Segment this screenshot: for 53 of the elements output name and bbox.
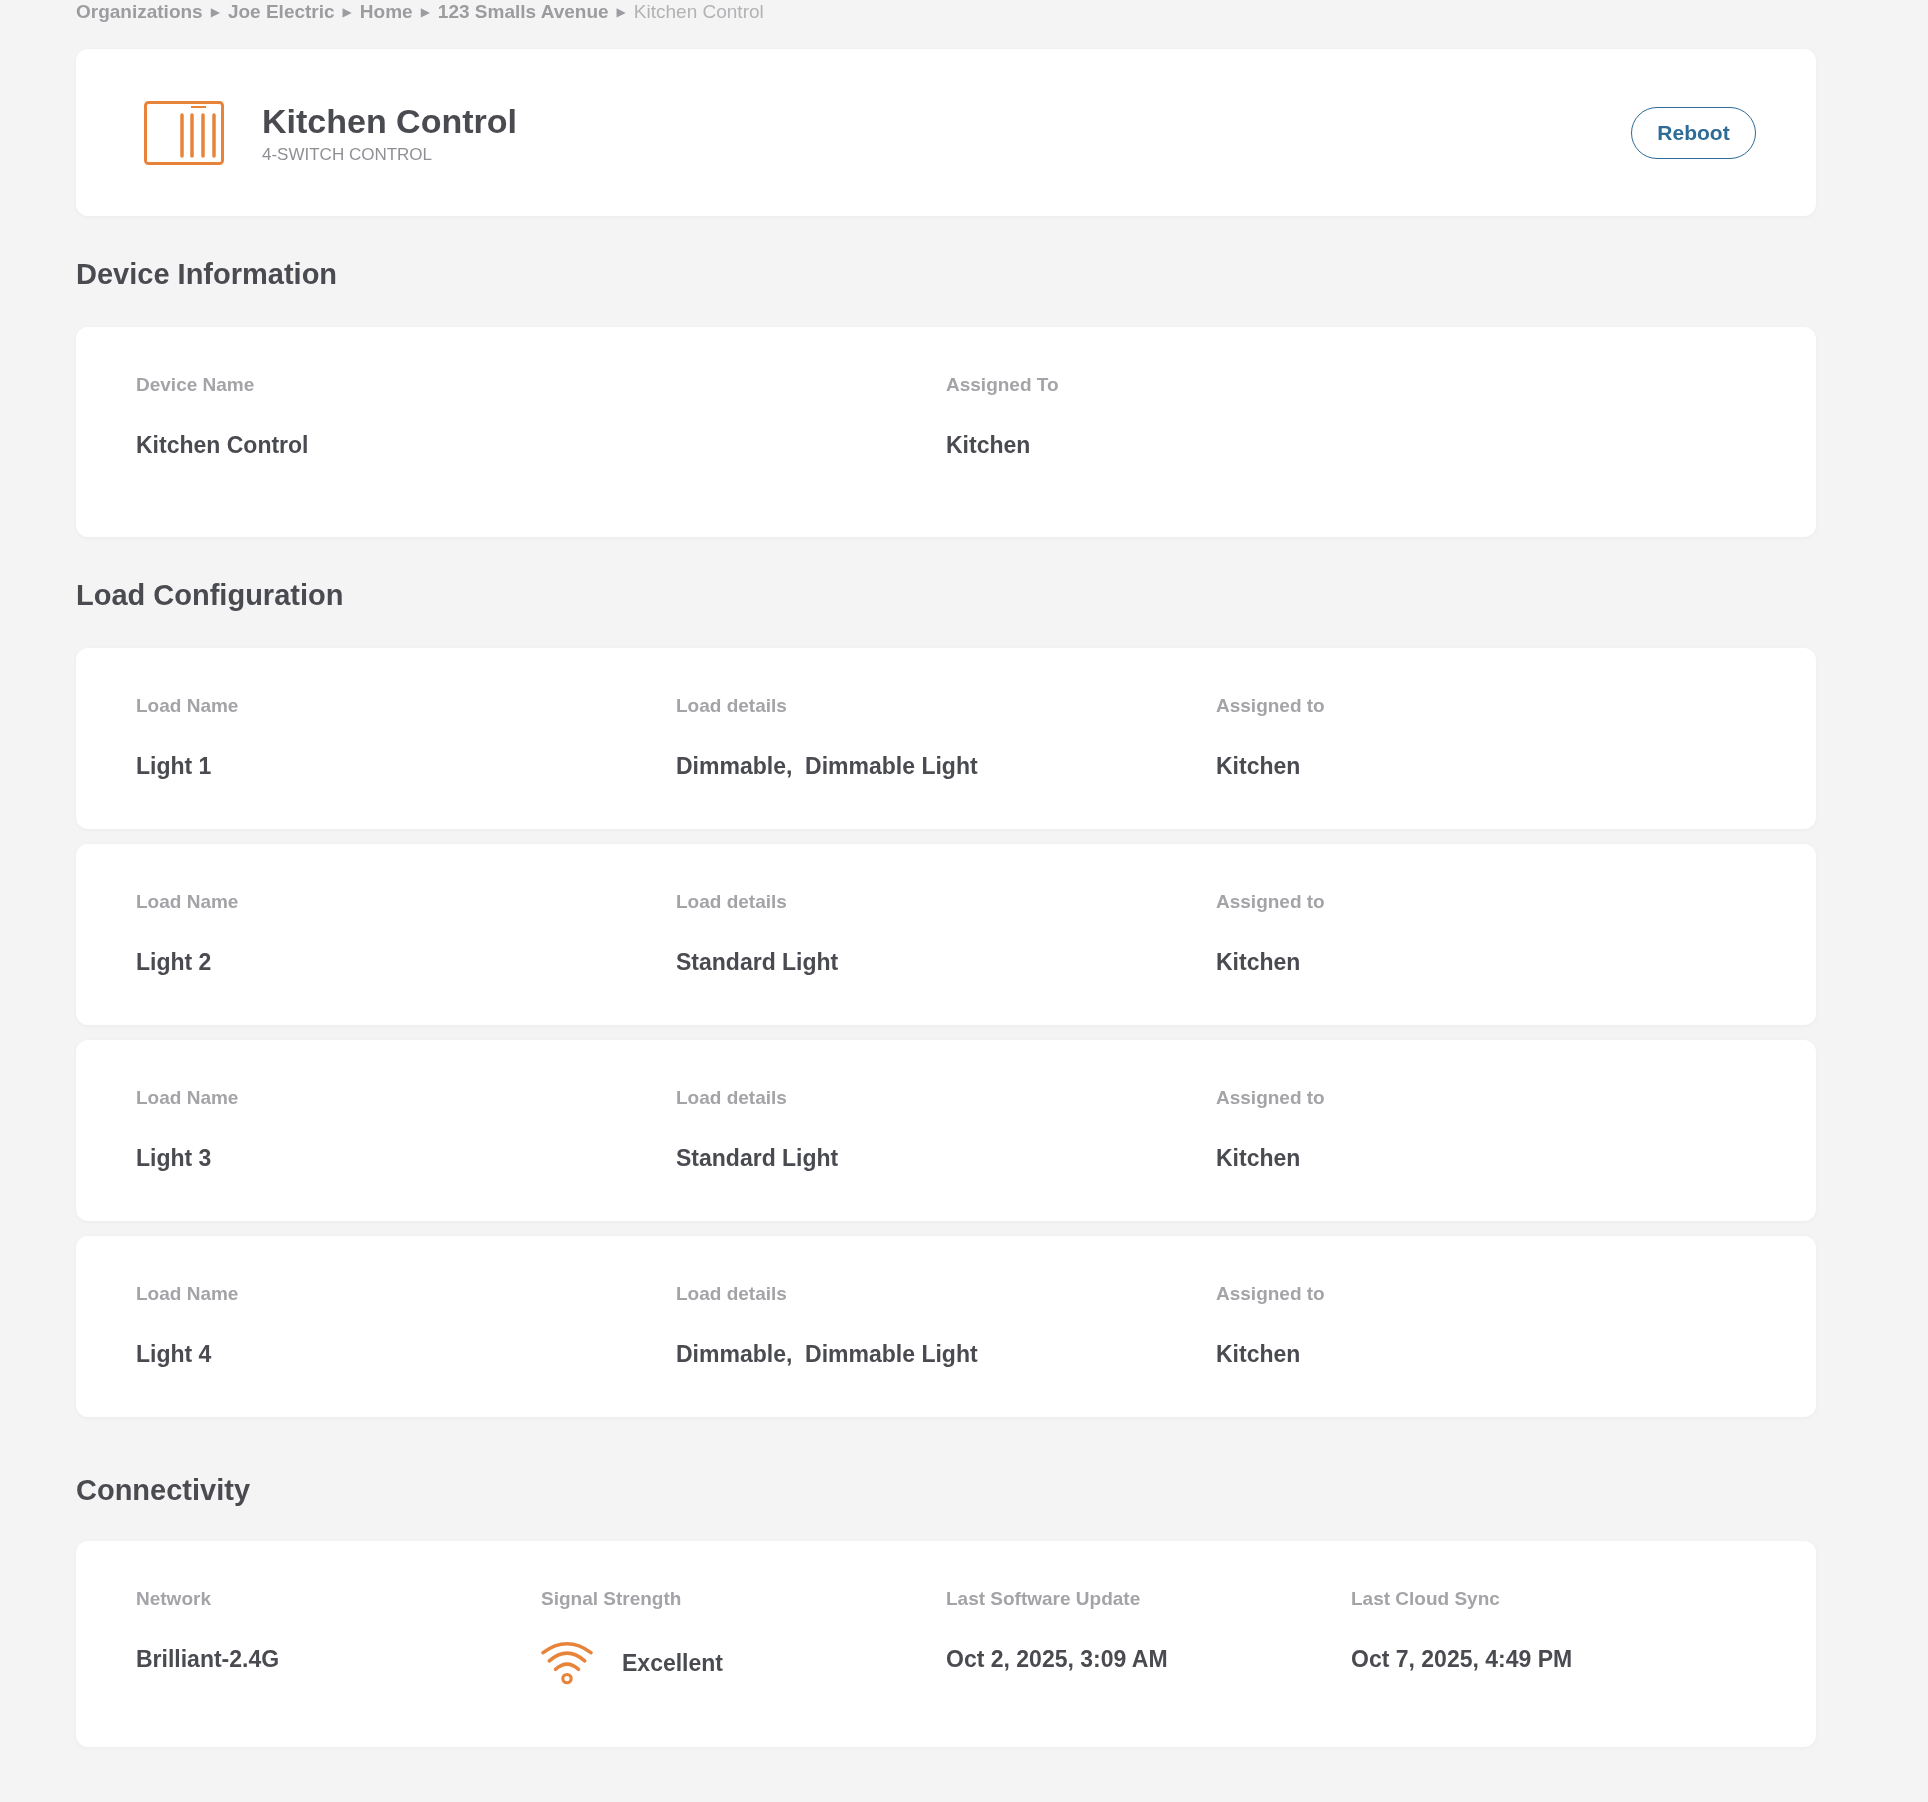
field-value: Kitchen Control [136,431,309,459]
device-type-label: 4-SWITCH CONTROL [262,143,432,166]
field-label: Assigned to [1216,694,1325,718]
field-value: Light 4 [136,1340,212,1368]
breadcrumb-separator: ▶ [420,4,430,21]
field-value: Light 3 [136,1144,212,1172]
field-value: Light 1 [136,752,212,780]
breadcrumb-link[interactable]: Joe Electric [227,0,335,24]
breadcrumb-separator: ▶ [210,4,220,21]
reboot-button[interactable]: Reboot [1631,106,1756,159]
breadcrumb-separator: ▶ [616,4,626,21]
field-value: Dimmable, Dimmable Light [676,1340,978,1368]
field-value: Standard Light [676,1144,839,1172]
field-label: Load Name [136,1282,239,1306]
switch-panel-icon [144,100,224,165]
breadcrumb-link[interactable]: 123 Smalls Avenue [437,0,609,24]
field-value: Dimmable, Dimmable Light [676,752,978,780]
field-label: Load Name [136,890,239,914]
section-heading: Load Configuration [76,578,344,613]
breadcrumb-separator: ▶ [342,4,352,21]
field-label: Load details [676,694,787,718]
field-label: Load details [676,1282,787,1306]
breadcrumb-current: Kitchen Control [633,0,764,24]
field-label: Load Name [136,1086,239,1110]
field-label: Assigned to [1216,890,1325,914]
field-value: Standard Light [676,948,839,976]
field-value: Kitchen [1216,948,1301,976]
field-value: Kitchen [1216,1144,1301,1172]
field-value: Excellent [622,1649,723,1677]
field-value: Kitchen [1216,1340,1301,1368]
field-label: Load Name [136,694,239,718]
device-title: Kitchen Control [262,100,517,142]
field-label: Last Cloud Sync [1351,1587,1500,1611]
field-label: Last Software Update [946,1587,1141,1611]
field-value: Brilliant-2.4G [136,1645,280,1673]
field-value: Kitchen [946,431,1031,459]
field-label: Assigned To [946,373,1059,397]
field-value: Oct 7, 2025, 4:49 PM [1351,1645,1573,1673]
breadcrumb-link[interactable]: Organizations [76,0,203,24]
field-label: Device Name [136,373,255,397]
field-label: Assigned to [1216,1282,1325,1306]
section-heading: Device Information [76,257,338,292]
field-value: Light 2 [136,948,212,976]
section-heading: Connectivity [76,1473,251,1508]
field-label: Assigned to [1216,1086,1325,1110]
field-label: Load details [676,1086,787,1110]
field-label: Load details [676,890,787,914]
field-value: Kitchen [1216,752,1301,780]
field-value: Oct 2, 2025, 3:09 AM [946,1645,1168,1673]
breadcrumb-link[interactable]: Home [359,0,413,24]
field-label: Signal Strength [541,1587,682,1611]
field-label: Network [136,1587,211,1611]
wifi-icon [541,1641,593,1685]
